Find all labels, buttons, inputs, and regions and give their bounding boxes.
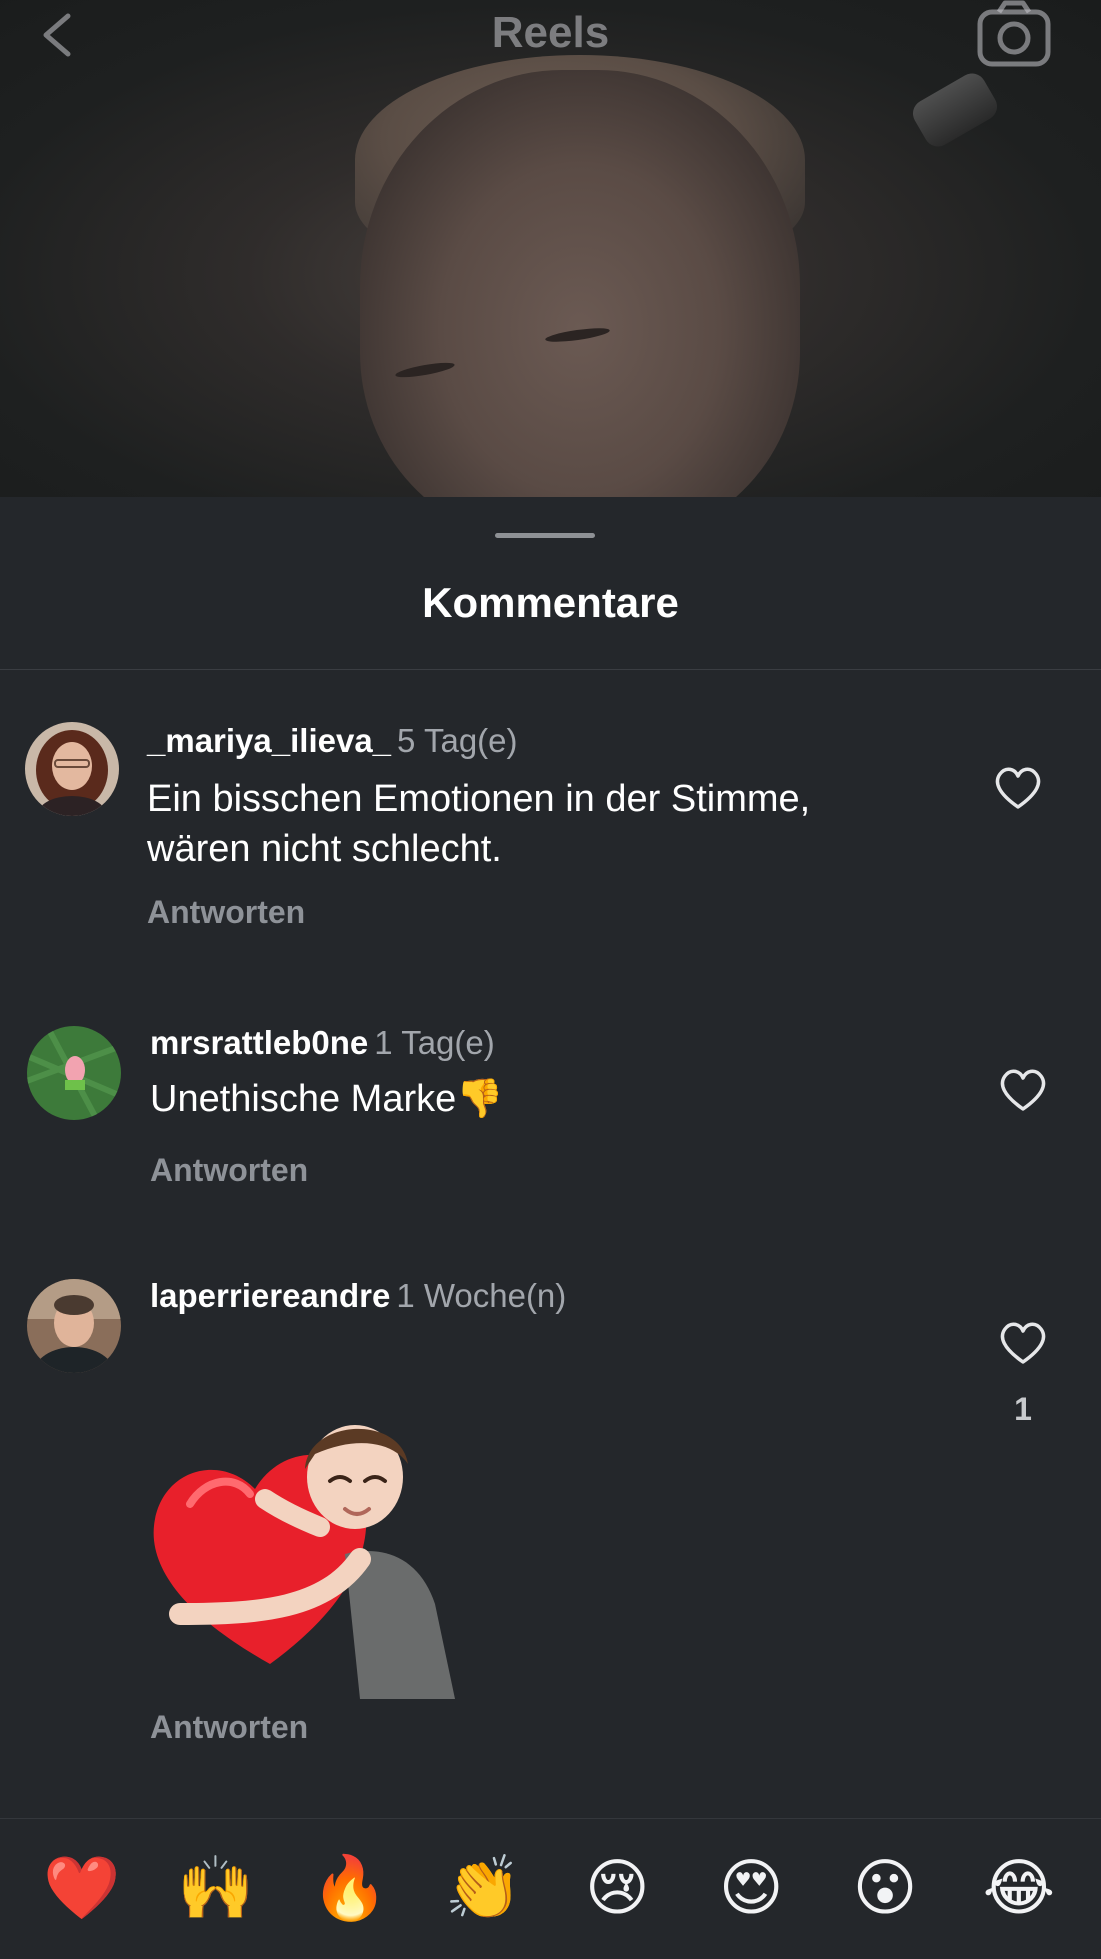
- camera-button[interactable]: [975, 0, 1053, 68]
- comment-time: 1 Woche(n): [396, 1277, 567, 1314]
- camera-icon: [977, 0, 1051, 67]
- emoji-fire-button[interactable]: 🔥: [310, 1849, 390, 1929]
- like-button[interactable]: [997, 1064, 1049, 1116]
- like-button[interactable]: [997, 1317, 1049, 1369]
- emoji-red-heart-button[interactable]: ❤️: [42, 1849, 122, 1929]
- sheet-divider: [0, 669, 1101, 670]
- top-bar: Reels: [0, 0, 1101, 70]
- comment-time: 5 Tag(e): [397, 722, 518, 759]
- reply-button[interactable]: Antworten: [150, 1709, 308, 1746]
- comment-header: mrsrattleb0ne 1 Tag(e): [150, 1024, 495, 1062]
- like-count: 1: [1014, 1391, 1032, 1427]
- emoji-clapping-hands-button[interactable]: 👏: [444, 1849, 524, 1929]
- comment-username[interactable]: mrsrattleb0ne: [150, 1024, 368, 1061]
- comment-username[interactable]: _mariya_ilieva_: [147, 722, 391, 759]
- avatar[interactable]: [27, 1279, 121, 1373]
- sheet-grabber[interactable]: [495, 533, 595, 538]
- comment-text-line: wären nicht schlecht.: [147, 828, 502, 870]
- reply-button[interactable]: Antworten: [150, 1152, 308, 1189]
- heart-outline-icon: [995, 767, 1041, 809]
- comment-text: Unethische Marke👎: [150, 1078, 504, 1120]
- heart-outline-icon: [1000, 1322, 1046, 1364]
- comment-header: laperriereandre 1 Woche(n): [150, 1277, 566, 1315]
- comment-text: Ein bisschen Emotionen in der Stimme, wä…: [147, 774, 810, 874]
- reel-video-background: [0, 0, 1101, 500]
- avatar[interactable]: [25, 722, 119, 816]
- emoji-crying-face-button[interactable]: 😢: [577, 1849, 657, 1929]
- like-button[interactable]: [992, 762, 1044, 814]
- comment-text-line: Ein bisschen Emotionen in der Stimme,: [147, 778, 811, 820]
- emoji-surprised-face-button[interactable]: 😮: [845, 1849, 925, 1929]
- comment-time: 1 Tag(e): [374, 1024, 495, 1061]
- reply-button[interactable]: Antworten: [147, 894, 305, 931]
- avatar-sticker: [150, 1409, 480, 1704]
- emoji-raising-hands-button[interactable]: 🙌: [176, 1849, 256, 1929]
- avatar[interactable]: [27, 1026, 121, 1120]
- heart-outline-icon: [1000, 1069, 1046, 1111]
- quick-emoji-bar: ❤️ 🙌 🔥 👏 😢 😍 😮 😂: [0, 1819, 1101, 1959]
- comment-header: _mariya_ilieva_ 5 Tag(e): [147, 722, 518, 760]
- emoji-tears-of-joy-button[interactable]: 😂: [979, 1849, 1059, 1929]
- emoji-heart-eyes-button[interactable]: 😍: [711, 1849, 791, 1929]
- sheet-title: Kommentare: [422, 579, 679, 626]
- page-title: Reels: [491, 8, 610, 57]
- hug-heart-sticker-image: [153, 1425, 455, 1699]
- comment-username[interactable]: laperriereandre: [150, 1277, 390, 1314]
- video-microphone: [907, 68, 1003, 152]
- video-face: [360, 70, 800, 500]
